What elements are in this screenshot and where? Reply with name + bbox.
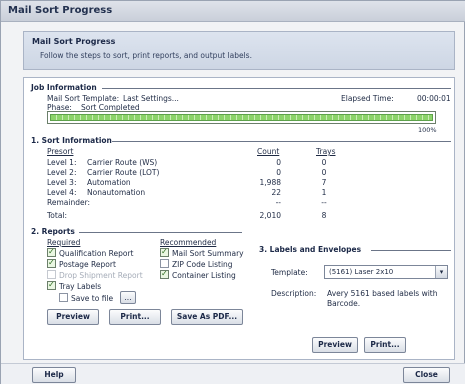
elapsed-time-value: 00:00:01 — [417, 94, 451, 103]
mail-sort-summary-checkbox[interactable] — [160, 247, 169, 257]
postage-report-checkbox[interactable] — [47, 258, 56, 268]
presort-column-header: Presort — [47, 147, 74, 156]
sort-row-level: Remainder: — [47, 198, 91, 207]
sort-row-level: Total: — [47, 211, 68, 220]
save-to-file-checkbox[interactable] — [59, 293, 68, 302]
container-listing-checkbox[interactable] — [160, 269, 169, 279]
mail-sort-progress-window: Mail Sort Progress Mail Sort Progress Fo… — [0, 0, 465, 384]
label-template-select[interactable]: (5161) Laser 2x10 ▾ — [324, 265, 448, 279]
sort-row-count: 22 — [271, 188, 281, 197]
close-button[interactable]: Close — [403, 367, 450, 383]
window-title: Mail Sort Progress — [8, 5, 113, 16]
zip-code-listing-label: ZIP Code Listing — [172, 260, 233, 269]
save-as-pdf-button[interactable]: Save As PDF... — [171, 309, 243, 325]
labels-print-button[interactable]: Print... — [364, 337, 406, 353]
progress-percent-text: 100% — [418, 126, 437, 134]
elapsed-time-label: Elapsed Time: — [341, 94, 394, 103]
trays-column-header: Trays — [316, 147, 336, 156]
sort-row-trays: 0 — [321, 158, 327, 167]
drop-shipment-report-checkbox — [47, 270, 56, 279]
sort-information-heading: 1. Sort Information — [31, 136, 112, 145]
description-label: Description: — [271, 289, 317, 298]
sort-row-trays: 1 — [321, 188, 327, 197]
header-title: Mail Sort Progress — [32, 37, 116, 46]
recommended-label: Recommended — [160, 238, 217, 247]
zip-code-listing-checkbox[interactable] — [160, 259, 169, 268]
postage-report-label: Postage Report — [59, 260, 116, 269]
title-bar: Mail Sort Progress — [1, 1, 465, 22]
sort-row-count: 2,010 — [259, 211, 281, 220]
required-label: Required — [47, 238, 81, 247]
sort-row-level: Level 4: — [47, 188, 77, 197]
browse-button[interactable]: ... — [120, 291, 136, 304]
sort-section-rule — [112, 141, 451, 142]
label-template-value: (5161) Laser 2x10 — [329, 268, 394, 276]
count-column-header: Count — [257, 147, 280, 156]
tray-labels-checkbox[interactable] — [47, 280, 56, 290]
sort-progress-bar — [47, 111, 436, 124]
save-to-file-label: Save to file — [71, 294, 114, 303]
sort-row-level: Level 3: — [47, 178, 77, 187]
sort-row-name: Nonautomation — [87, 188, 146, 197]
drop-shipment-report-label: Drop Shipment Report — [59, 271, 143, 280]
progress-fill — [50, 114, 433, 121]
sort-row-level: Level 2: — [47, 168, 77, 177]
sort-row-count: 0 — [276, 158, 281, 167]
labels-envelopes-heading: 3. Labels and Envelopes — [259, 245, 362, 254]
sort-row-name: Automation — [87, 178, 131, 187]
sort-row-name: Carrier Route (LOT) — [87, 168, 160, 177]
header-subtitle: Follow the steps to sort, print reports,… — [40, 51, 252, 60]
reports-preview-button[interactable]: Preview — [47, 309, 99, 325]
description-line-1: Avery 5161 based labels with — [327, 289, 438, 298]
chevron-down-icon[interactable]: ▾ — [435, 266, 447, 278]
mail-sort-summary-label: Mail Sort Summary — [172, 249, 244, 258]
mail-sort-template-label: Mail Sort Template: — [47, 94, 120, 103]
sort-row-trays: 8 — [321, 211, 327, 220]
label-template-label: Template: — [271, 268, 308, 277]
mail-sort-template-value: Last Settings... — [123, 94, 179, 103]
reports-print-button[interactable]: Print... — [109, 309, 161, 325]
job-information-heading: Job Information — [31, 83, 97, 92]
help-button[interactable]: Help — [32, 367, 76, 383]
container-listing-label: Container Listing — [172, 271, 236, 280]
reports-heading: 2. Reports — [31, 227, 75, 236]
sort-row-level: Level 1: — [47, 158, 77, 167]
tray-labels-label: Tray Labels — [59, 282, 102, 291]
sort-row-name: Carrier Route (WS) — [87, 158, 158, 167]
sort-row-count: 0 — [276, 168, 281, 177]
qualification-report-label: Qualification Report — [59, 249, 134, 258]
sort-row-trays: -- — [321, 198, 327, 207]
reports-section-rule — [79, 232, 242, 233]
sort-row-count: -- — [275, 198, 281, 207]
sort-row-count: 1,988 — [259, 178, 281, 187]
job-section-rule — [102, 88, 451, 89]
sort-row-trays: 0 — [321, 168, 327, 177]
labels-section-rule — [371, 250, 451, 251]
wizard-header: Mail Sort Progress Follow the steps to s… — [23, 31, 455, 70]
qualification-report-checkbox[interactable] — [47, 247, 56, 257]
sort-row-trays: 7 — [321, 178, 327, 187]
description-line-2: Barcode. — [327, 299, 361, 308]
labels-preview-button[interactable]: Preview — [312, 337, 358, 353]
